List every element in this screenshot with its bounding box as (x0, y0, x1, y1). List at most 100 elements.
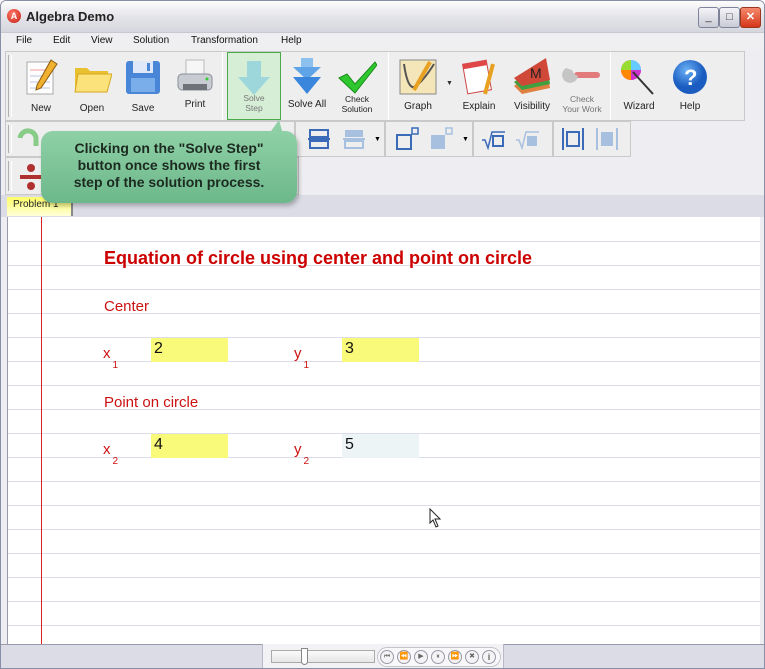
double-arrow-down-icon (293, 58, 321, 94)
graph-icon (399, 59, 437, 95)
var-name: y (294, 441, 302, 458)
superscript-icon[interactable] (394, 126, 420, 152)
playback-controls: ⏮ ⏪ ▶ ⏸ ⏩ ✖ i (262, 644, 504, 668)
var-subscript: 2 (112, 456, 119, 467)
play-icon[interactable]: ▶ (414, 650, 428, 664)
first-step-icon[interactable]: ⏮ (380, 650, 394, 664)
var-name: y (294, 345, 302, 362)
menu-help[interactable]: Help (281, 35, 302, 46)
menu-bar: File Edit View Solution Transformation H… (1, 33, 764, 51)
menu-edit[interactable]: Edit (53, 35, 70, 46)
ruled-line (8, 625, 760, 626)
pause-icon[interactable]: ⏸ (431, 650, 445, 664)
check-solution-button[interactable]: Check Solution (334, 52, 380, 120)
ruled-line (8, 289, 760, 290)
root-toolbar (473, 121, 553, 157)
menu-view[interactable]: View (91, 35, 113, 46)
input-y2[interactable]: 5 (342, 434, 419, 458)
superscript-toolbar: ▼ (385, 121, 473, 157)
tooltip-line: Clicking on the "Solve Step" (74, 140, 264, 156)
minimize-button[interactable]: _ (698, 7, 719, 28)
stop-icon[interactable]: ✖ (465, 650, 479, 664)
playback-button-group: ⏮ ⏪ ▶ ⏸ ⏩ ✖ i (377, 647, 501, 667)
var-label-x2: x2 (103, 441, 118, 467)
solve-step-button[interactable]: Solve Step (227, 52, 281, 120)
layout-toolbar: ▼ (295, 121, 385, 157)
info-icon[interactable]: i (482, 650, 496, 664)
tooltip-line: step of the solution process. (73, 174, 265, 190)
menu-file[interactable]: File (16, 35, 32, 46)
solve-all-button[interactable]: Solve All (284, 52, 330, 120)
menu-transformation[interactable]: Transformation (191, 35, 258, 46)
close-button[interactable]: ✕ (740, 7, 761, 28)
check-your-work-label-2: Your Work (562, 104, 602, 114)
app-window: A Algebra Demo _ □ ✕ File Edit View Solu… (0, 0, 765, 669)
help-icon: ? (673, 60, 707, 94)
svg-text:?: ? (684, 65, 697, 90)
absolute-value-icon[interactable] (560, 126, 586, 152)
ruled-line (8, 553, 760, 554)
nth-root-icon[interactable] (480, 126, 506, 152)
toolbar-grip[interactable] (8, 161, 12, 191)
ruled-line (8, 577, 760, 578)
visibility-label: Visibility (514, 101, 550, 112)
var-label-y2: y2 (294, 441, 309, 467)
superscript-fill-icon[interactable] (428, 126, 454, 152)
dropdown-arrow-icon: ▼ (446, 80, 453, 87)
section-heading-center: Center (104, 298, 150, 315)
input-x1[interactable]: 2 (151, 338, 228, 362)
wizard-button[interactable]: Wizard (614, 52, 664, 120)
dropdown-arrow-icon[interactable]: ▼ (462, 136, 469, 143)
explain-button[interactable]: Explain (456, 52, 502, 120)
ruled-line (8, 505, 760, 506)
new-button[interactable]: New (18, 52, 64, 120)
fast-forward-icon[interactable]: ⏩ (448, 650, 462, 664)
nth-root-fill-icon[interactable] (514, 126, 540, 152)
check-your-work-label-1: Check (569, 94, 595, 104)
stack-vertical-icon[interactable] (306, 126, 332, 152)
open-button[interactable]: Open (68, 52, 116, 120)
input-x2[interactable]: 4 (151, 434, 228, 458)
solve-step-label-2: Step (245, 103, 263, 113)
input-y1[interactable]: 3 (342, 338, 419, 362)
floppy-disk-icon (126, 61, 160, 94)
help-button[interactable]: ? Help (666, 52, 714, 120)
toolbar-grip[interactable] (8, 125, 12, 153)
tooltip-line: button once shows the first (77, 157, 261, 173)
open-label: Open (79, 103, 105, 114)
new-label: New (30, 103, 51, 114)
main-toolbar: New Open Save Print Solve Step Solve All… (5, 51, 745, 121)
absolute-value-fill-icon[interactable] (594, 126, 620, 152)
ruled-line (8, 481, 760, 482)
arrow-down-icon (238, 61, 270, 95)
svg-text:M: M (530, 65, 542, 81)
playback-slider[interactable] (271, 648, 375, 665)
rewind-icon[interactable]: ⏪ (397, 650, 411, 664)
toolbar-grip[interactable] (8, 55, 12, 117)
graph-button[interactable]: Graph (392, 52, 444, 120)
printer-icon (177, 59, 213, 91)
var-subscript: 1 (303, 360, 310, 371)
slider-thumb[interactable] (301, 648, 308, 665)
graph-dropdown[interactable]: ▼ (444, 52, 454, 120)
print-button[interactable]: Print (172, 52, 218, 120)
var-subscript: 1 (112, 360, 119, 371)
check-your-work-button[interactable]: Check Your Work (558, 52, 606, 120)
problem-title: Equation of circle using center and poin… (104, 248, 533, 268)
stack-fill-icon[interactable] (341, 126, 367, 152)
section-heading-point-on-circle: Point on circle (104, 394, 199, 411)
visibility-button[interactable]: M Visibility (506, 52, 558, 120)
solve-all-label: Solve All (287, 99, 327, 110)
maximize-button[interactable]: □ (719, 7, 740, 28)
worksheet-page: Equation of circle using center and poin… (7, 217, 760, 644)
undo-icon[interactable] (16, 126, 42, 152)
toolbar-separator (222, 52, 223, 120)
toolbar-separator (610, 52, 611, 120)
ruled-line (8, 385, 760, 386)
solve-step-tooltip: Clicking on the "Solve Step" button once… (41, 131, 297, 203)
title-bar[interactable]: A Algebra Demo _ □ ✕ (1, 1, 764, 33)
menu-solution[interactable]: Solution (133, 35, 169, 46)
var-label-x1: x1 (103, 345, 118, 371)
dropdown-arrow-icon[interactable]: ▼ (374, 136, 381, 143)
save-button[interactable]: Save (120, 52, 166, 120)
